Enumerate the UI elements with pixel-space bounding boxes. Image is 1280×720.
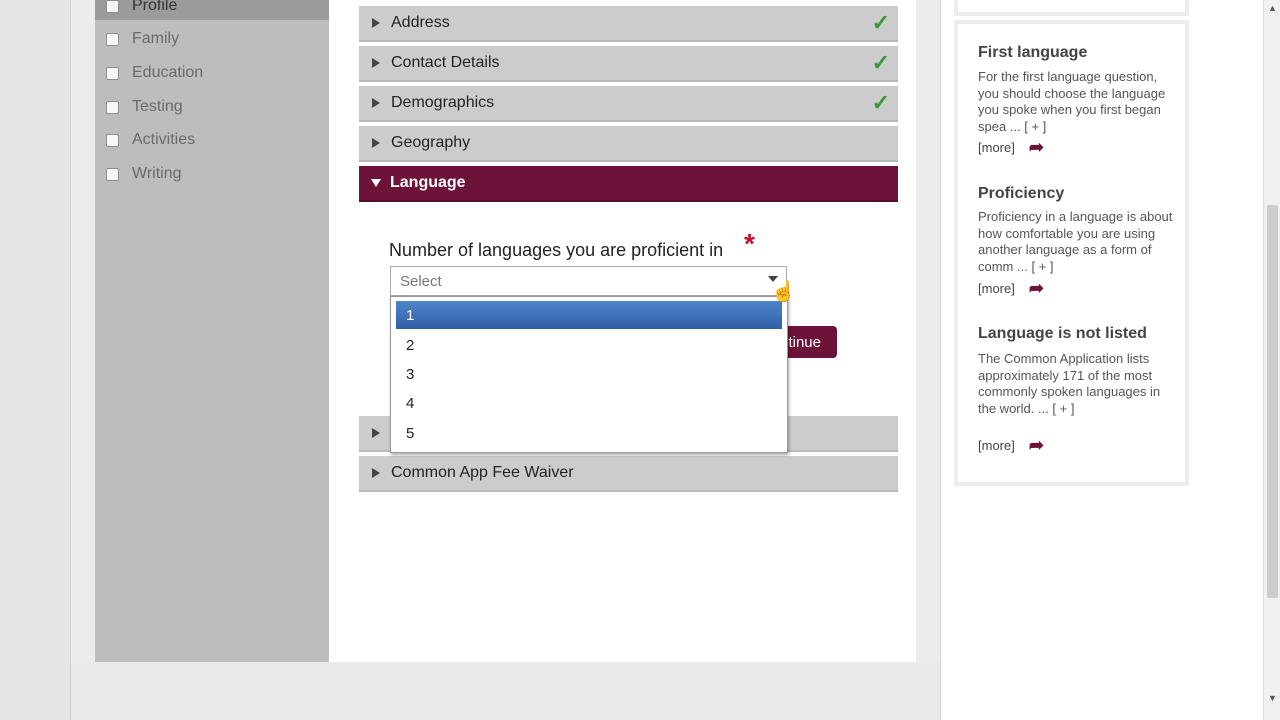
sidebar-item-family[interactable]: Family	[106, 28, 179, 50]
checkmark-icon: ✓	[871, 10, 890, 35]
help-body: The Common Application lists approximate…	[978, 351, 1161, 416]
checkbox[interactable]	[106, 32, 119, 46]
help-more-link[interactable]: [more] ➦	[978, 278, 1044, 299]
bottom-band	[71, 662, 940, 720]
select-option[interactable]: 1	[396, 301, 782, 329]
checkbox[interactable]	[106, 100, 119, 114]
checkbox[interactable]	[106, 66, 119, 80]
more-label[interactable]: [more]	[978, 438, 1015, 453]
expand-triangle-icon	[372, 18, 380, 28]
share-arrow-icon[interactable]: ➦	[1029, 435, 1044, 456]
section-title: Language	[390, 174, 466, 191]
sidebar-item-writing[interactable]: Writing	[106, 163, 182, 185]
help-card-previous	[954, 0, 1189, 16]
help-body: For the first language question, you sho…	[978, 69, 1166, 134]
expand-triangle-icon	[372, 58, 380, 68]
page-scrollbar[interactable]: ▲ ▼	[1263, 0, 1280, 720]
select-option[interactable]: 2	[396, 331, 782, 359]
section-address[interactable]: Address ✓	[359, 6, 898, 42]
more-label[interactable]: [more]	[978, 140, 1015, 155]
select-value: Select	[400, 273, 442, 290]
checkbox[interactable]	[106, 167, 119, 181]
section-contact-details[interactable]: Contact Details ✓	[359, 46, 898, 82]
sidebar-item-label: Profile	[132, 0, 178, 14]
hand-cursor-icon: ☝	[771, 281, 796, 303]
scroll-up-arrow-icon[interactable]: ▲	[1267, 2, 1278, 14]
section-title: Common App Fee Waiver	[391, 464, 574, 481]
checkmark-icon: ✓	[871, 50, 890, 75]
section-title: Geography	[391, 134, 471, 151]
select-option[interactable]: 3	[396, 360, 782, 388]
select-dropdown-list: 1 2 3 4 5	[390, 296, 788, 453]
sidebar-item-label: Testing	[132, 98, 183, 115]
expand-triangle-icon	[372, 138, 380, 148]
sidebar-item-label: Education	[132, 64, 204, 81]
section-title: Contact Details	[391, 54, 500, 71]
sidebar-item-label: Family	[132, 30, 180, 47]
section-title: Address	[391, 14, 450, 31]
select-option[interactable]: 5	[396, 419, 782, 447]
share-arrow-icon[interactable]: ➦	[1029, 137, 1044, 158]
section-title: Demographics	[391, 94, 495, 111]
section-language[interactable]: Language	[359, 166, 898, 202]
help-more-link[interactable]: [more] ➦	[978, 137, 1044, 158]
required-marker: *	[744, 228, 755, 259]
help-title: Proficiency	[978, 185, 1065, 202]
sidebar-item-testing[interactable]: Testing	[106, 96, 183, 118]
sidebar-item-activities[interactable]: Activities	[106, 129, 195, 151]
help-title: First language	[978, 44, 1088, 61]
outer-left-gutter	[0, 0, 71, 720]
scroll-down-arrow-icon[interactable]: ▼	[1267, 692, 1278, 704]
collapse-triangle-icon	[371, 179, 381, 187]
sidebar-item-label: Activities	[132, 131, 196, 148]
expand-triangle-icon	[372, 428, 380, 438]
select-option[interactable]: 4	[396, 389, 782, 417]
share-arrow-icon[interactable]: ➦	[1029, 278, 1044, 299]
sidebar-item-education[interactable]: Education	[106, 62, 203, 84]
continue-label: tinue	[788, 333, 821, 351]
checkmark-icon: ✓	[871, 90, 890, 115]
more-label[interactable]: [more]	[978, 281, 1015, 296]
checkbox[interactable]	[106, 133, 119, 147]
help-body: Proficiency in a language is about how c…	[978, 209, 1173, 274]
section-common-app-fee-waiver[interactable]: Common App Fee Waiver	[359, 456, 898, 492]
sidebar-item-label: Writing	[132, 165, 182, 182]
expand-triangle-icon	[372, 98, 380, 108]
help-more-link[interactable]: [more] ➦	[978, 435, 1044, 456]
languages-count-select[interactable]: Select	[390, 266, 787, 296]
help-title: Language is not listed	[978, 325, 1147, 342]
expand-triangle-icon	[372, 468, 380, 478]
section-geography[interactable]: Geography	[359, 126, 898, 162]
scroll-thumb[interactable]	[1267, 205, 1278, 598]
question-label: Number of languages you are proficient i…	[389, 240, 724, 260]
section-demographics[interactable]: Demographics ✓	[359, 86, 898, 122]
sidebar-item-profile[interactable]: Profile	[106, 0, 177, 17]
checkbox[interactable]	[106, 0, 119, 13]
